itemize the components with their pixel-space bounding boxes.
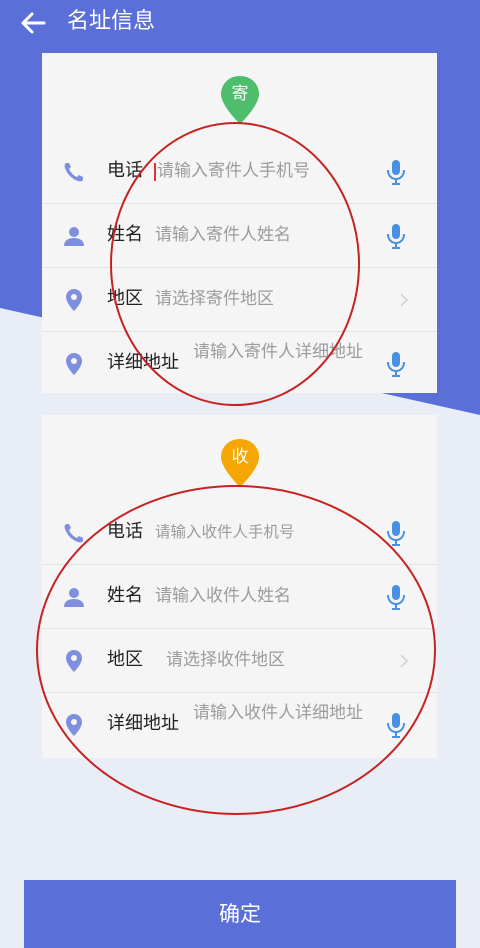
microphone-icon[interactable] xyxy=(385,159,407,185)
receiver-name-row[interactable]: 姓名 请输入收件人姓名 xyxy=(42,565,437,629)
text-cursor xyxy=(154,163,156,181)
sender-address-row[interactable]: 详细地址 请输入寄件人详细地址 xyxy=(42,332,437,395)
confirm-button[interactable]: 确定 xyxy=(24,880,456,948)
receiver-region-label: 地区 xyxy=(107,649,143,670)
chevron-right-icon[interactable] xyxy=(397,290,411,310)
sender-region-label: 地区 xyxy=(107,288,143,309)
sender-name-input[interactable]: 请输入寄件人姓名 xyxy=(155,223,291,247)
sender-phone-input[interactable]: 请输入寄件人手机号 xyxy=(157,159,310,183)
receiver-address-label: 详细地址 xyxy=(107,713,179,734)
back-arrow-icon[interactable] xyxy=(18,8,48,38)
receiver-phone-row[interactable]: 电话 请输入收件人手机号 xyxy=(42,501,437,565)
sender-name-label: 姓名 xyxy=(107,224,143,245)
microphone-icon[interactable] xyxy=(385,584,407,610)
microphone-icon[interactable] xyxy=(385,351,407,377)
receiver-address-row[interactable]: 详细地址 请输入收件人详细地址 xyxy=(42,693,437,756)
sender-address-label: 详细地址 xyxy=(107,352,179,373)
person-icon xyxy=(64,588,84,607)
receiver-phone-label: 电话 xyxy=(107,521,143,542)
person-icon xyxy=(64,227,84,246)
receiver-badge: 收 xyxy=(219,437,261,489)
sender-badge: 寄 xyxy=(219,74,261,126)
sender-region-select[interactable]: 请选择寄件地区 xyxy=(155,287,274,311)
receiver-region-row[interactable]: 地区 请选择收件地区 xyxy=(42,629,437,693)
receiver-name-input[interactable]: 请输入收件人姓名 xyxy=(155,584,291,608)
receiver-address-input[interactable]: 请输入收件人详细地址 xyxy=(193,702,373,724)
location-pin-icon xyxy=(66,289,82,311)
location-pin-icon xyxy=(66,353,82,375)
phone-icon xyxy=(64,524,83,543)
sender-phone-label: 电话 xyxy=(107,160,143,181)
receiver-name-label: 姓名 xyxy=(107,585,143,606)
sender-phone-row[interactable]: 电话 请输入寄件人手机号 xyxy=(42,140,437,204)
phone-icon xyxy=(64,163,83,182)
microphone-icon[interactable] xyxy=(385,223,407,249)
chevron-right-icon[interactable] xyxy=(397,651,411,671)
sender-badge-text: 寄 xyxy=(231,84,249,104)
receiver-phone-input[interactable]: 请输入收件人手机号 xyxy=(155,520,295,544)
microphone-icon[interactable] xyxy=(385,520,407,546)
header-bar: 名址信息 xyxy=(0,0,480,46)
sender-name-row[interactable]: 姓名 请输入寄件人姓名 xyxy=(42,204,437,268)
receiver-badge-text: 收 xyxy=(231,447,249,467)
location-pin-icon xyxy=(66,650,82,672)
sender-address-input[interactable]: 请输入寄件人详细地址 xyxy=(193,341,373,363)
location-pin-icon xyxy=(66,714,82,736)
receiver-region-select[interactable]: 请选择收件地区 xyxy=(166,648,285,672)
microphone-icon[interactable] xyxy=(385,712,407,738)
page-title: 名址信息 xyxy=(67,9,156,34)
sender-region-row[interactable]: 地区 请选择寄件地区 xyxy=(42,268,437,332)
